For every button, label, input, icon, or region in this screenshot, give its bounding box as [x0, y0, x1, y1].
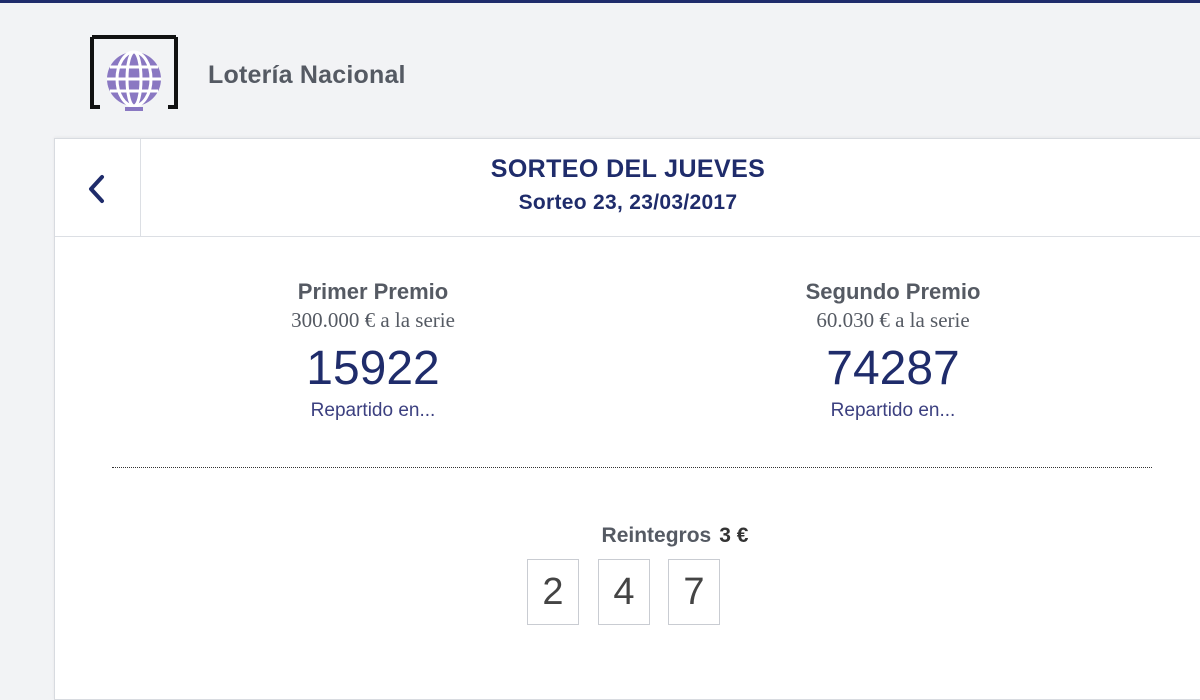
prize-amount: 300.000 € a la serie: [291, 308, 455, 332]
draw-title: SORTEO DEL JUEVES: [490, 155, 766, 183]
refund-number-box: 4: [598, 559, 650, 625]
refunds-label: Reintegros 3 €: [55, 524, 1200, 548]
dotted-divider: [112, 467, 1152, 468]
refund-numbers: 2 4 7: [527, 559, 727, 625]
refund-number-box: 2: [527, 559, 579, 625]
globe-logo-icon: [90, 35, 178, 111]
app-title: Lotería Nacional: [208, 61, 406, 89]
chevron-left-icon: [89, 175, 104, 203]
distributed-link[interactable]: Repartido en...: [713, 399, 1073, 423]
prize-name: Segundo Premio: [805, 279, 981, 304]
draw-subtitle: Sorteo 23, 23/03/2017: [518, 191, 738, 214]
prize-number: 74287: [826, 342, 960, 395]
refunds-value: 3 €: [719, 524, 749, 547]
card-header: SORTEO DEL JUEVES Sorteo 23, 23/03/2017: [55, 139, 1200, 237]
back-button[interactable]: [55, 139, 141, 236]
refund-number-box: 7: [668, 559, 720, 625]
second-prize: Segundo Premio 60.030 € a la serie 74287…: [713, 279, 1073, 423]
prize-amount: 60.030 € a la serie: [816, 308, 970, 332]
refunds-title: Reintegros: [601, 524, 712, 547]
distributed-link[interactable]: Repartido en...: [193, 399, 553, 423]
loteria-logo: [90, 35, 178, 115]
app-header: Lotería Nacional: [0, 3, 1200, 140]
prize-number: 15922: [306, 342, 440, 395]
draw-results-card: SORTEO DEL JUEVES Sorteo 23, 23/03/2017 …: [54, 138, 1200, 700]
first-prize: Primer Premio 300.000 € a la serie 15922…: [193, 279, 553, 423]
prize-name: Primer Premio: [297, 279, 449, 304]
